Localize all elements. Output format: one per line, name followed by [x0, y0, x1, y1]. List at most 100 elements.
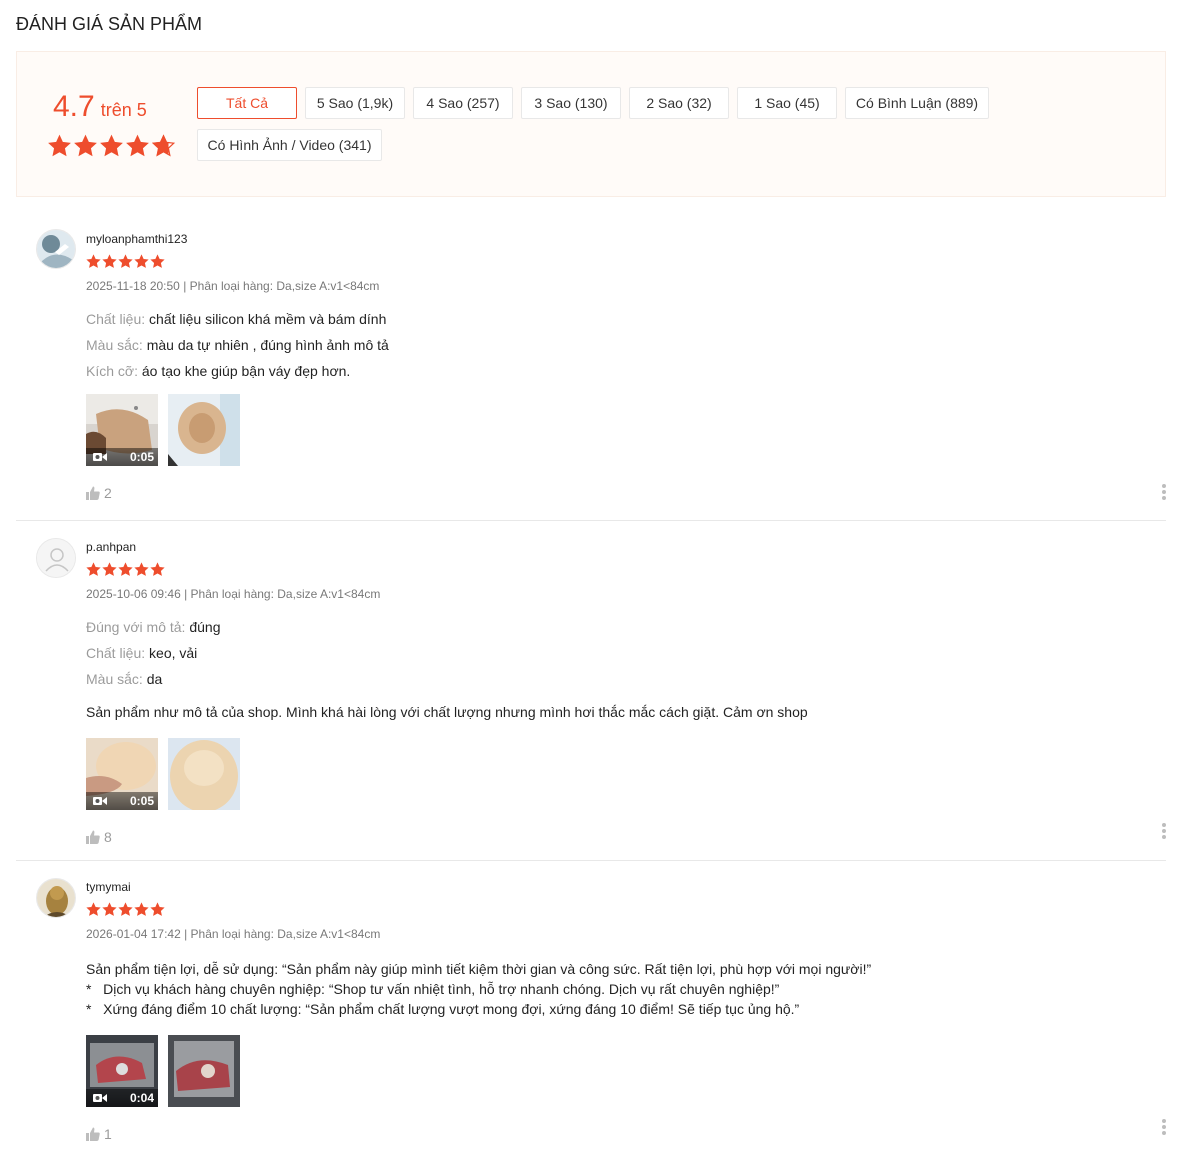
filter-with-media[interactable]: Có Hình Ảnh / Video (341)	[197, 129, 382, 161]
star-icon	[86, 254, 101, 269]
thumb-up-icon	[86, 486, 100, 500]
review-stars	[86, 902, 1166, 917]
attribute-value: da	[146, 671, 163, 687]
username[interactable]: tymymai	[86, 879, 1166, 895]
filter-2-star[interactable]: 2 Sao (32)	[629, 87, 729, 119]
photo-preview-image	[168, 738, 240, 810]
star-icon	[86, 562, 101, 577]
star-icon	[99, 134, 124, 158]
star-icon	[134, 562, 149, 577]
review-media: 0:05	[86, 738, 1166, 810]
star-icon	[73, 134, 98, 158]
video-duration: 0:05	[129, 794, 154, 808]
star-icon	[102, 254, 117, 269]
review-meta: 2025-11-18 20:50 | Phân loại hàng: Da,si…	[86, 279, 380, 293]
like-count: 1	[104, 1126, 112, 1142]
star-icon	[150, 562, 165, 577]
review-attributes: Đúng với mô tả: đúng Chất liệu: keo, vải…	[86, 618, 1166, 688]
star-icon	[118, 254, 133, 269]
video-camera-icon	[93, 453, 107, 461]
star-icon	[118, 562, 133, 577]
filter-3-star[interactable]: 3 Sao (130)	[521, 87, 621, 119]
like-button[interactable]: 2	[86, 485, 1166, 501]
section-title: ĐÁNH GIÁ SẢN PHẨM	[16, 14, 203, 34]
filter-4-star[interactable]: 4 Sao (257)	[413, 87, 513, 119]
avatar[interactable]	[36, 229, 76, 269]
attribute-value: màu da tự nhiên , đúng hình ảnh mô tả	[146, 337, 389, 353]
attribute-row: Đúng với mô tả: đúng	[86, 618, 1166, 636]
star-icon	[134, 902, 149, 917]
average-rating: 4.7 trên 5	[53, 90, 147, 124]
thumb-up-icon	[86, 830, 100, 844]
default-avatar-icon	[37, 539, 75, 577]
username[interactable]: myloanphamthi123	[86, 231, 1166, 247]
star-icon	[102, 902, 117, 917]
review-comment: Sản phẩm như mô tả của shop. Mình khá hà…	[86, 704, 808, 720]
review-stars	[86, 562, 1166, 577]
review-comment: Sản phẩm tiện lợi, dễ sử dụng: “Sản phẩm…	[86, 959, 1166, 1019]
review-stars	[86, 254, 1166, 269]
video-thumbnail[interactable]: 0:04	[86, 1035, 158, 1107]
star-icon	[86, 902, 101, 917]
rating-filters: Tất Cả 5 Sao (1,9k) 4 Sao (257) 3 Sao (1…	[197, 87, 1017, 161]
more-options-icon[interactable]	[1162, 484, 1166, 500]
attribute-row: Màu sắc: da	[86, 670, 1166, 688]
more-options-icon[interactable]	[1162, 823, 1166, 839]
filter-5-star[interactable]: 5 Sao (1,9k)	[305, 87, 405, 119]
like-count: 2	[104, 485, 112, 501]
attribute-key: Đúng với mô tả:	[86, 619, 186, 635]
video-bar: 0:05	[86, 448, 158, 466]
filter-1-star[interactable]: 1 Sao (45)	[737, 87, 837, 119]
attribute-key: Chất liệu:	[86, 311, 146, 327]
username[interactable]: p.anhpan	[86, 539, 1166, 555]
like-count: 8	[104, 829, 112, 845]
attribute-row: Chất liệu: keo, vải	[86, 644, 1166, 662]
video-bar: 0:05	[86, 792, 158, 810]
review-media: 0:05	[86, 394, 1166, 466]
rating-suffix: trên 5	[100, 100, 147, 120]
attribute-row: Màu sắc: màu da tự nhiên , đúng hình ảnh…	[86, 336, 1166, 354]
video-duration: 0:04	[129, 1091, 154, 1105]
review-item: p.anhpan 2025-10-06 09:46 | Phân loại hà…	[16, 521, 1166, 861]
like-button[interactable]: 8	[86, 829, 1166, 845]
star-icon	[150, 254, 165, 269]
overview-stars	[47, 134, 176, 158]
filter-all[interactable]: Tất Cả	[197, 87, 297, 119]
review-meta: 2025-10-06 09:46 | Phân loại hàng: Da,si…	[86, 587, 381, 601]
review-meta: 2026-01-04 17:42 | Phân loại hàng: Da,si…	[86, 927, 381, 941]
more-options-icon[interactable]	[1162, 1119, 1166, 1135]
avatar[interactable]	[36, 878, 76, 918]
photo-preview-image	[168, 394, 240, 466]
attribute-row: Chất liệu: chất liệu silicon khá mềm và …	[86, 310, 1166, 328]
video-thumbnail[interactable]: 0:05	[86, 738, 158, 810]
attribute-row: Kích cỡ: áo tạo khe giúp bận váy đẹp hơn…	[86, 362, 1166, 380]
attribute-value: chất liệu silicon khá mềm và bám dính	[149, 311, 387, 327]
comment-line: * Dịch vụ khách hàng chuyên nghiệp: “Sho…	[86, 981, 780, 997]
avatar[interactable]	[36, 538, 76, 578]
photo-preview-image	[168, 1035, 240, 1107]
star-icon	[102, 562, 117, 577]
attribute-value: keo, vải	[149, 645, 198, 661]
video-camera-icon	[93, 1094, 107, 1102]
attribute-value: áo tạo khe giúp bận váy đẹp hơn.	[141, 363, 351, 379]
rating-value: 4.7	[53, 90, 95, 123]
rating-overview: 4.7 trên 5 Tất Cả 5 Sao (1,9k) 4 Sao (25…	[16, 51, 1166, 197]
attribute-key: Kích cỡ:	[86, 363, 138, 379]
review-item: myloanphamthi123 2025-11-18 20:50 | Phân…	[16, 216, 1166, 521]
like-button[interactable]: 1	[86, 1126, 1166, 1142]
photo-thumbnail[interactable]	[168, 394, 240, 466]
comment-line: Sản phẩm tiện lợi, dễ sử dụng: “Sản phẩm…	[86, 961, 872, 977]
video-bar: 0:04	[86, 1089, 158, 1107]
attribute-key: Màu sắc:	[86, 671, 143, 687]
photo-thumbnail[interactable]	[168, 738, 240, 810]
video-thumbnail[interactable]: 0:05	[86, 394, 158, 466]
attribute-key: Chất liệu:	[86, 645, 146, 661]
star-icon	[134, 254, 149, 269]
review-attributes: Chất liệu: chất liệu silicon khá mềm và …	[86, 310, 1166, 380]
attribute-key: Màu sắc:	[86, 337, 143, 353]
review-item: tymymai 2026-01-04 17:42 | Phân loại hàn…	[16, 861, 1166, 1150]
star-half-icon	[151, 134, 176, 158]
photo-thumbnail[interactable]	[168, 1035, 240, 1107]
star-icon	[125, 134, 150, 158]
filter-with-comment[interactable]: Có Bình Luận (889)	[845, 87, 989, 119]
